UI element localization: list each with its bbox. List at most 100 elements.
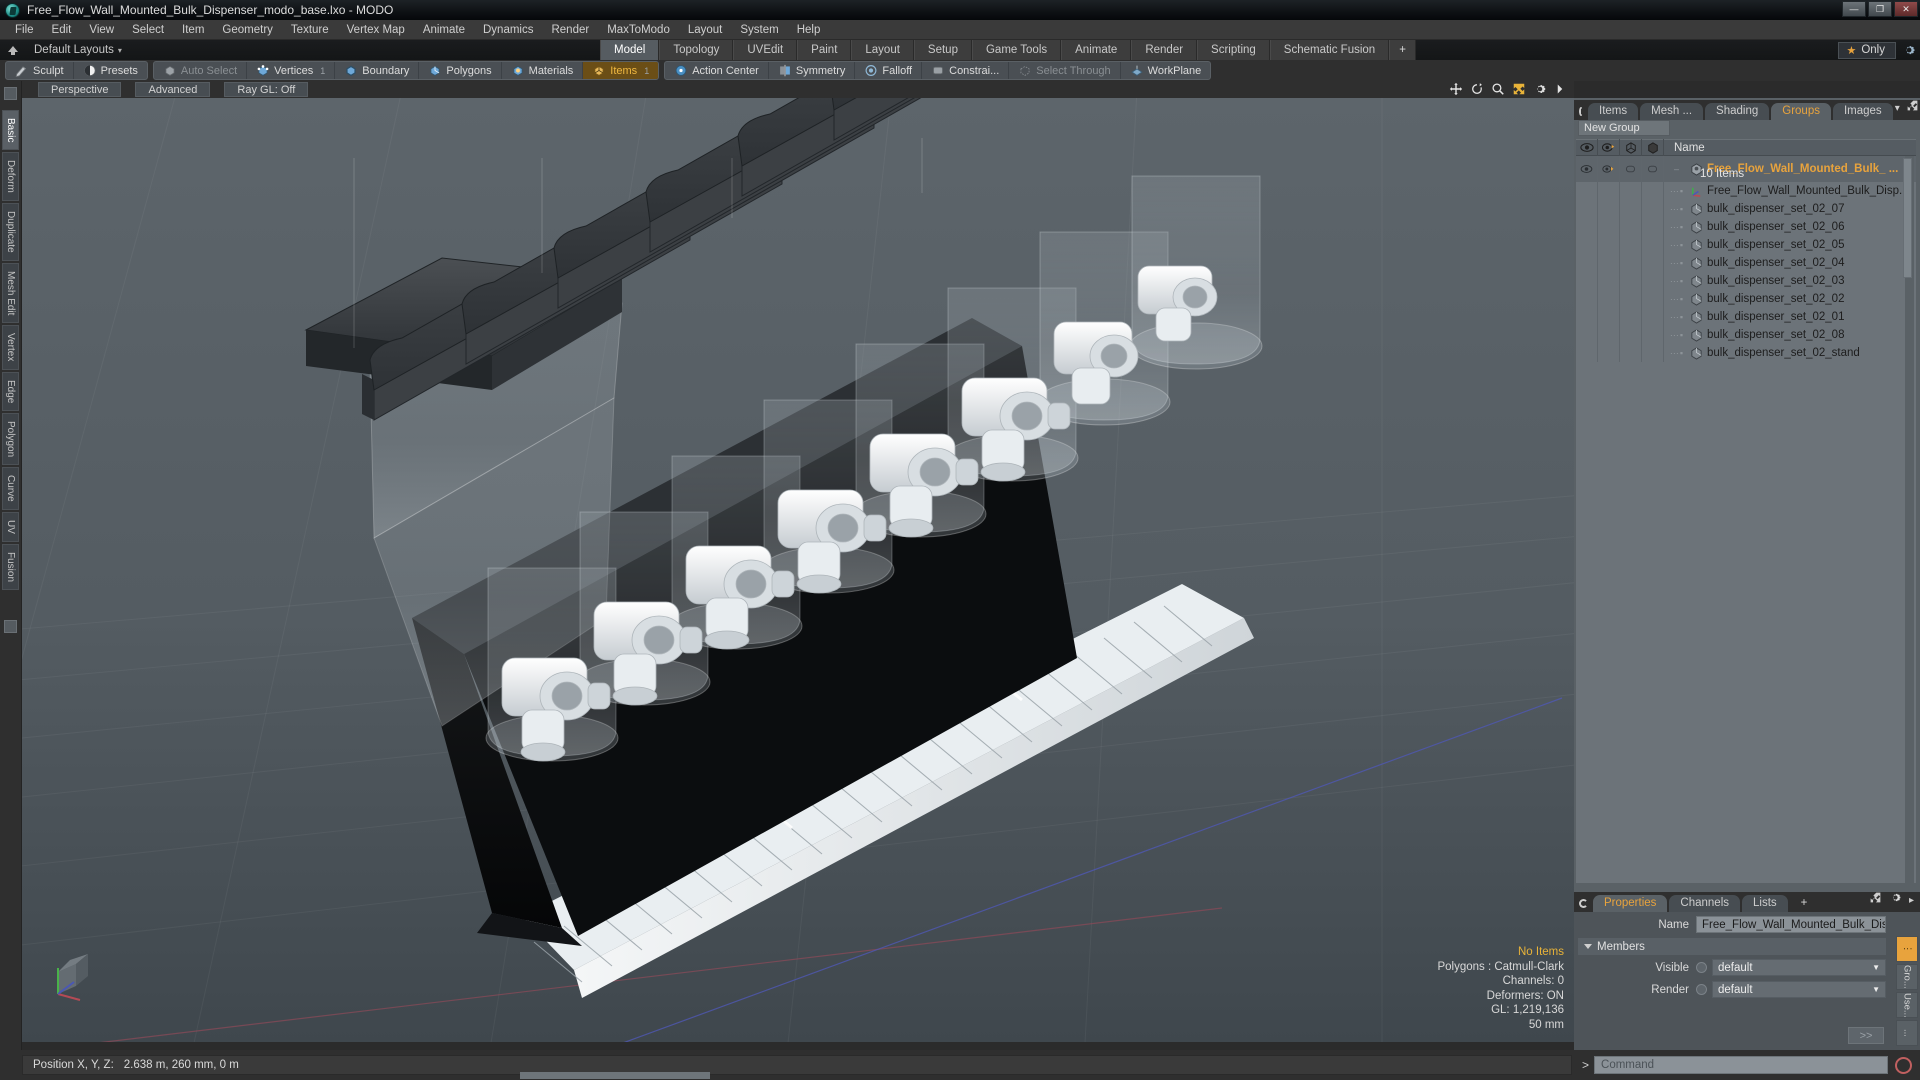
toolbar-button-sculpt[interactable]: Sculpt: [6, 62, 74, 79]
list-toggle-cell[interactable]: [1576, 156, 1598, 182]
menu-item-help[interactable]: Help: [788, 22, 830, 38]
layout-tab-render[interactable]: Render: [1131, 40, 1198, 60]
list-toggle-cell[interactable]: [1576, 218, 1598, 236]
add-layout-tab-button[interactable]: +: [1389, 40, 1416, 60]
tree-row-item[interactable]: ⋯▪ bulk_dispenser_set_02_02: [1576, 290, 1916, 308]
eye-icon[interactable]: [1576, 139, 1598, 156]
viewport-tab-advanced[interactable]: Advanced: [135, 82, 211, 97]
right-panel-tab-items[interactable]: Items: [1588, 103, 1639, 120]
gear-icon[interactable]: [1533, 82, 1547, 96]
properties-tab-channels[interactable]: Channels: [1669, 895, 1741, 912]
rail-tab-mesh-edit[interactable]: Mesh Edit: [2, 262, 19, 324]
menu-item-animate[interactable]: Animate: [414, 22, 474, 38]
right-panel-tab-mesh-[interactable]: Mesh ...: [1640, 103, 1704, 120]
side-tab-user[interactable]: Use...: [1896, 992, 1918, 1018]
chevron-right-icon[interactable]: ▸: [1909, 895, 1914, 906]
list-toggle-cell[interactable]: [1576, 272, 1598, 290]
list-toggle-cell[interactable]: [1642, 236, 1664, 254]
toolbar-button-materials[interactable]: Materials: [502, 62, 584, 79]
name-field[interactable]: Free_Flow_Wall_Mounted_Bulk_Disper: [1696, 916, 1886, 933]
layout-tab-model[interactable]: Model: [600, 40, 660, 60]
wireframe-icon[interactable]: [1620, 139, 1642, 156]
command-input[interactable]: Command: [1594, 1056, 1888, 1074]
list-toggle-cell[interactable]: [1620, 308, 1642, 326]
tree-row-item[interactable]: ⋯▪ bulk_dispenser_set_02_04: [1576, 254, 1916, 272]
item-list-scrollbar[interactable]: [1903, 156, 1914, 883]
list-toggle-cell[interactable]: [1598, 272, 1620, 290]
list-toggle-cell[interactable]: [1620, 182, 1642, 200]
minimize-button[interactable]: —: [1842, 1, 1866, 17]
list-toggle-cell[interactable]: [1642, 218, 1664, 236]
scrollbar-thumb[interactable]: [1903, 158, 1912, 278]
tree-row-item[interactable]: ⋯▪ bulk_dispenser_set_02_08: [1576, 326, 1916, 344]
visible-toggle[interactable]: [1696, 962, 1707, 973]
members-section-header[interactable]: Members: [1578, 938, 1886, 955]
toolbar-button-items[interactable]: Items 1: [583, 62, 659, 79]
layout-tab-schematic-fusion[interactable]: Schematic Fusion: [1269, 40, 1390, 60]
list-toggle-cell[interactable]: [1576, 236, 1598, 254]
rail-tab-fusion[interactable]: Fusion: [2, 543, 19, 590]
axis-gizmo[interactable]: [50, 942, 110, 1002]
tree-row-item[interactable]: ⋯▪ bulk_dispenser_set_02_05: [1576, 236, 1916, 254]
chevron-down-icon[interactable]: ▾: [1895, 103, 1900, 114]
right-panel-tab-images[interactable]: Images: [1832, 103, 1893, 120]
layout-tab-uvedit[interactable]: UVEdit: [733, 40, 798, 60]
list-toggle-cell[interactable]: [1576, 290, 1598, 308]
menu-item-select[interactable]: Select: [123, 22, 173, 38]
list-toggle-cell[interactable]: [1598, 290, 1620, 308]
more-button[interactable]: >>: [1848, 1027, 1884, 1044]
visible-select[interactable]: default ▼: [1712, 959, 1886, 976]
tree-row-item[interactable]: ⋯▪ bulk_dispenser_set_02_01: [1576, 308, 1916, 326]
properties-tab-properties[interactable]: Properties: [1593, 895, 1668, 912]
list-toggle-cell[interactable]: [1642, 254, 1664, 272]
rail-tab-polygon[interactable]: Polygon: [2, 413, 19, 466]
menu-item-file[interactable]: File: [6, 22, 43, 38]
list-toggle-cell[interactable]: [1642, 290, 1664, 308]
rail-tab-edge[interactable]: Edge: [2, 371, 19, 412]
menu-item-dynamics[interactable]: Dynamics: [474, 22, 542, 38]
render-icon[interactable]: [1598, 139, 1620, 156]
list-toggle-cell[interactable]: [1576, 200, 1598, 218]
chevron-right-icon[interactable]: [1554, 82, 1568, 96]
fit-icon[interactable]: [1512, 82, 1526, 96]
toolbar-button-symmetry[interactable]: Symmetry: [769, 62, 856, 79]
menu-item-edit[interactable]: Edit: [43, 22, 81, 38]
list-toggle-cell[interactable]: [1598, 344, 1620, 362]
properties-tab-lists[interactable]: Lists: [1742, 895, 1788, 912]
list-toggle-cell[interactable]: [1642, 344, 1664, 362]
list-toggle-cell[interactable]: [1576, 326, 1598, 344]
menu-item-render[interactable]: Render: [542, 22, 598, 38]
rail-tab-uv[interactable]: UV: [2, 511, 19, 542]
viewport-tab-raygl[interactable]: Ray GL: Off: [224, 82, 309, 97]
gear-icon[interactable]: [1889, 891, 1902, 909]
rail-tab-curve[interactable]: Curve: [2, 467, 19, 510]
list-toggle-cell[interactable]: [1598, 308, 1620, 326]
right-panel-tab-groups[interactable]: Groups: [1771, 103, 1831, 120]
list-toggle-cell[interactable]: [1642, 182, 1664, 200]
layout-tab-setup[interactable]: Setup: [913, 40, 972, 60]
rail-tab-vertex[interactable]: Vertex: [2, 325, 19, 370]
tree-row-item[interactable]: ⋯▪ bulk_dispenser_set_02_07: [1576, 200, 1916, 218]
list-toggle-cell[interactable]: [1642, 200, 1664, 218]
render-toggle[interactable]: [1696, 984, 1707, 995]
list-toggle-cell[interactable]: [1598, 182, 1620, 200]
layout-tab-game-tools[interactable]: Game Tools: [971, 40, 1062, 60]
search-icon[interactable]: [1491, 82, 1505, 96]
right-panel-tab-shading[interactable]: Shading: [1705, 103, 1770, 120]
menu-item-maxtomodo[interactable]: MaxToModo: [598, 22, 679, 38]
rail-tab-basic[interactable]: Basic: [2, 110, 19, 151]
gear-icon[interactable]: [1902, 43, 1916, 57]
tree-row-item[interactable]: ⋯▪ Free_Flow_Wall_Mounted_Bulk_Disp...: [1576, 182, 1916, 200]
rail-bottom-handle[interactable]: [4, 619, 17, 633]
only-toggle[interactable]: ★ Only: [1838, 41, 1896, 59]
list-toggle-cell[interactable]: [1620, 344, 1642, 362]
layout-tab-layout[interactable]: Layout: [851, 40, 914, 60]
list-toggle-cell[interactable]: [1620, 290, 1642, 308]
tree-row-item[interactable]: ⋯▪ bulk_dispenser_set_02_06: [1576, 218, 1916, 236]
tree-row-item[interactable]: ⋯▪ bulk_dispenser_set_02_stand: [1576, 344, 1916, 362]
list-toggle-cell[interactable]: [1620, 236, 1642, 254]
list-toggle-cell[interactable]: [1598, 200, 1620, 218]
render-select[interactable]: default ▼: [1712, 981, 1886, 998]
list-toggle-cell[interactable]: [1642, 272, 1664, 290]
toolbar-button-action-center[interactable]: Action Center: [665, 62, 769, 79]
